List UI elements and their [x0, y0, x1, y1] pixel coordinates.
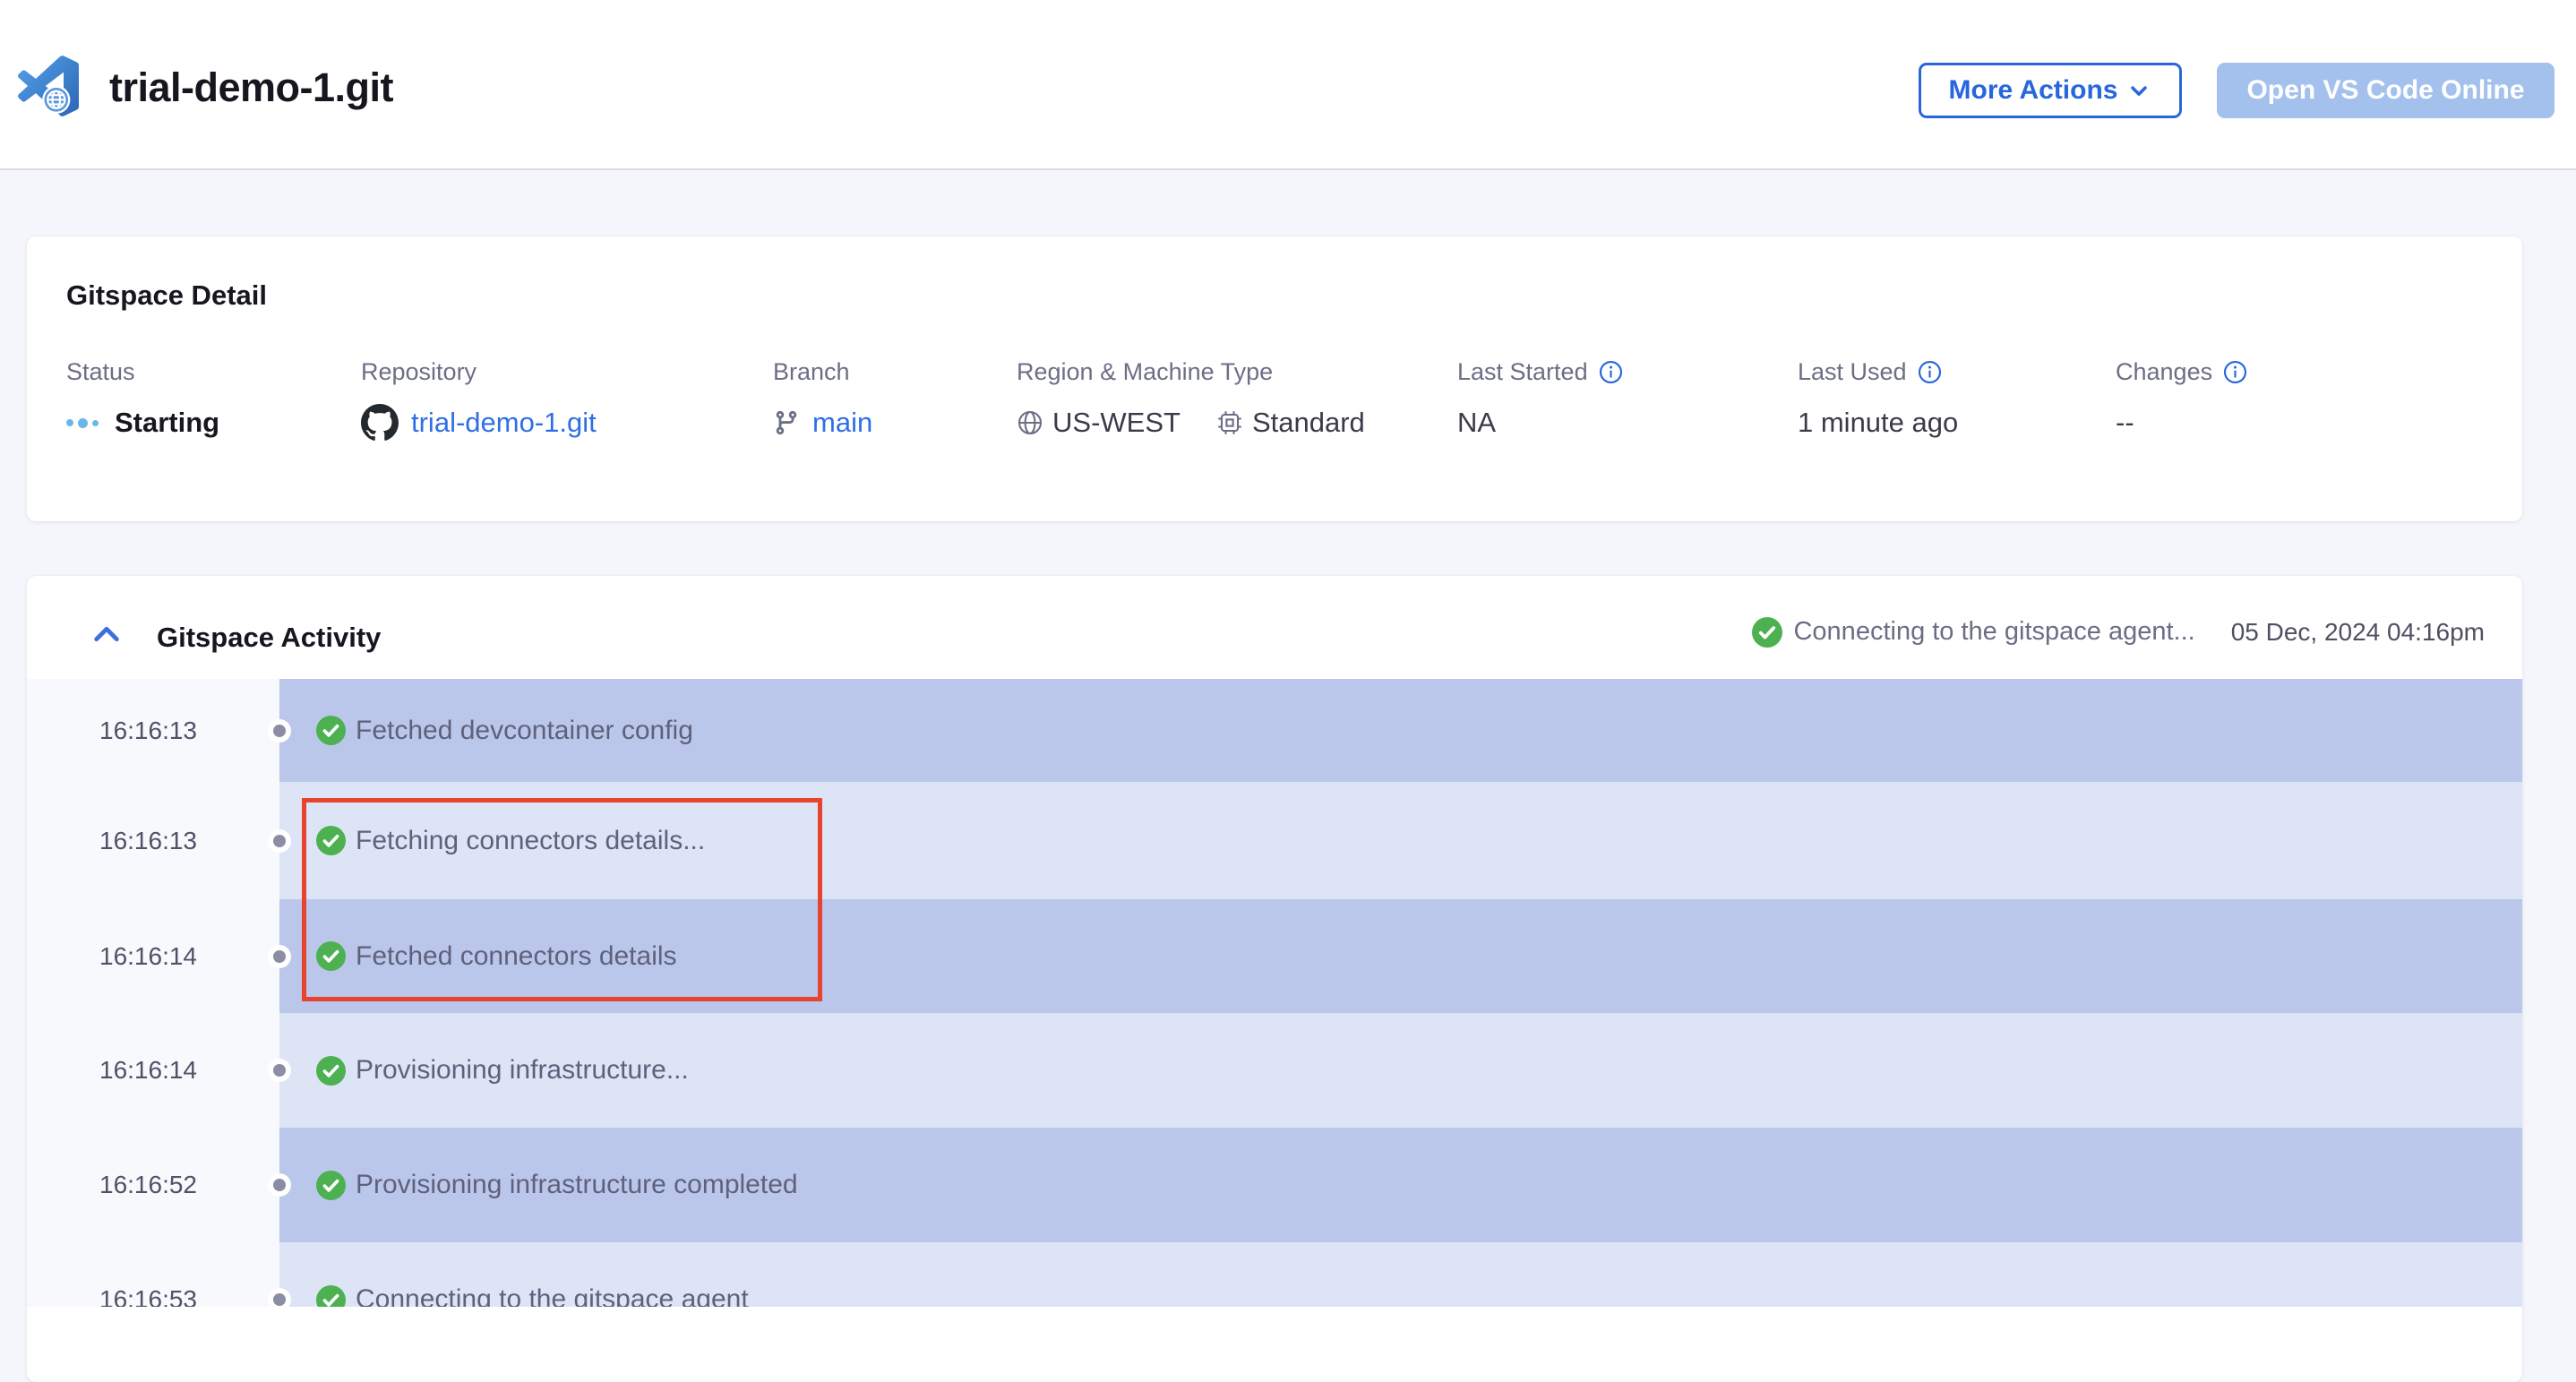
gitspace-detail-title: Gitspace Detail — [66, 279, 267, 312]
machine-type-icon — [1216, 409, 1243, 436]
timeline-dot — [268, 1288, 291, 1307]
gitspace-activity-card: Gitspace Activity Connecting to the gits… — [27, 576, 2522, 1382]
git-branch-icon — [773, 409, 800, 436]
open-vscode-online-label: Open VS Code Online — [2246, 75, 2524, 106]
log-row: Provisioning infrastructure completed 16… — [27, 1128, 2522, 1242]
log-timestamp: 16:16:14 — [99, 942, 197, 971]
globe-badge-icon — [42, 86, 70, 114]
branch-label: Branch — [773, 358, 850, 386]
activity-log-area[interactable]: Fetched devcontainer config 16:16:13 Fet… — [27, 679, 2522, 1307]
info-icon[interactable] — [1918, 360, 1942, 384]
changes-value: -- — [2116, 407, 2134, 439]
log-message: Provisioning infrastructure... — [356, 1055, 689, 1086]
repository-link[interactable]: trial-demo-1.git — [411, 407, 597, 439]
more-actions-button[interactable]: More Actions — [1919, 63, 2182, 118]
log-row: Provisioning infrastructure... 16:16:14 — [27, 1013, 2522, 1128]
chevron-down-icon — [2126, 78, 2151, 103]
activity-status-date: 05 Dec, 2024 04:16pm — [2231, 618, 2485, 647]
timeline-dot — [268, 1173, 291, 1197]
last-used-value: 1 minute ago — [1798, 407, 1958, 439]
highlight-rectangle — [302, 798, 822, 1001]
log-message: Fetched devcontainer config — [356, 716, 693, 746]
top-header: trial-demo-1.git More Actions Open VS Co… — [0, 0, 2576, 170]
timeline-dot — [268, 945, 291, 968]
log-timestamp: 16:16:14 — [99, 1056, 197, 1085]
log-row: Connecting to the gitspace agent 16:16:5… — [27, 1242, 2522, 1307]
timeline-dot — [268, 1059, 291, 1082]
activity-status-text: Connecting to the gitspace agent... — [1793, 617, 2194, 647]
collapse-chevron-up-icon[interactable] — [91, 621, 122, 648]
log-row: Fetched devcontainer config 16:16:13 — [27, 679, 2522, 782]
changes-label: Changes — [2116, 358, 2212, 386]
gitspace-activity-title: Gitspace Activity — [157, 622, 381, 654]
log-timestamp: 16:16:52 — [99, 1171, 197, 1199]
log-message: Connecting to the gitspace agent — [356, 1284, 749, 1307]
log-message: Provisioning infrastructure completed — [356, 1170, 798, 1200]
region-value: US-WEST — [1052, 407, 1181, 439]
more-actions-label: More Actions — [1949, 75, 2118, 106]
branch-link[interactable]: main — [812, 407, 872, 439]
last-started-value: NA — [1457, 407, 1496, 439]
status-label: Status — [66, 358, 135, 386]
log-timestamp: 16:16:53 — [99, 1285, 197, 1307]
success-check-icon — [316, 1056, 346, 1086]
success-check-icon — [316, 1285, 346, 1308]
success-check-icon — [316, 716, 346, 745]
last-started-label: Last Started — [1457, 358, 1588, 386]
github-icon — [361, 404, 399, 442]
globe-icon — [1017, 409, 1043, 436]
status-value: Starting — [115, 407, 219, 439]
page-title: trial-demo-1.git — [109, 64, 393, 111]
region-machine-label: Region & Machine Type — [1017, 358, 1273, 386]
gitspace-detail-card: Gitspace Detail Status Starting Reposito… — [27, 236, 2522, 521]
log-timestamp: 16:16:13 — [99, 717, 197, 745]
open-vscode-online-button[interactable]: Open VS Code Online — [2217, 63, 2555, 118]
log-timestamp: 16:16:13 — [99, 827, 197, 855]
timeline-dot — [268, 719, 291, 743]
timeline-dot — [268, 829, 291, 853]
info-icon[interactable] — [2223, 360, 2247, 384]
info-icon[interactable] — [1599, 360, 1623, 384]
success-check-icon — [316, 1171, 346, 1200]
success-check-icon — [1752, 617, 1782, 648]
machine-type-value: Standard — [1252, 407, 1365, 439]
repository-label: Repository — [361, 358, 477, 386]
last-used-label: Last Used — [1798, 358, 1907, 386]
activity-header: Gitspace Activity Connecting to the gits… — [27, 576, 2522, 679]
vscode-gitspace-logo — [18, 56, 79, 116]
status-loading-dots-icon — [66, 418, 99, 428]
